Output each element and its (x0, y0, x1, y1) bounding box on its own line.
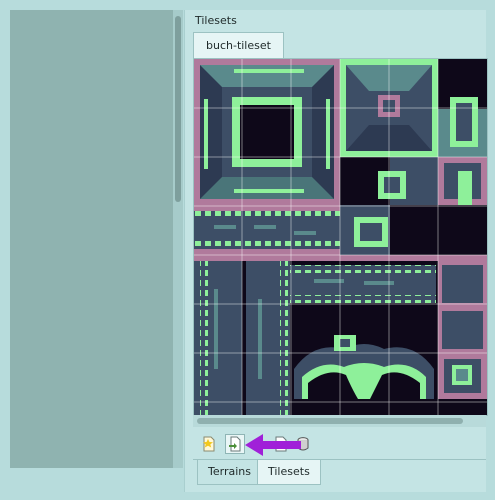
scrollbar-thumb[interactable] (175, 16, 181, 202)
scrollbar-thumb[interactable] (197, 418, 463, 424)
tab-tilesets[interactable]: Tilesets (257, 460, 321, 485)
new-tileset-button[interactable] (199, 434, 219, 454)
import-tileset-button[interactable] (225, 434, 245, 454)
tab-terrains[interactable]: Terrains (197, 460, 262, 485)
left-vertical-scrollbar[interactable] (173, 10, 183, 468)
tileset-image[interactable] (194, 59, 487, 415)
tab-buch-tileset[interactable]: buch-tileset (193, 32, 284, 58)
tileset-viewport[interactable] (193, 58, 488, 416)
left-panel (10, 10, 174, 468)
bottom-tab-strip: Terrains Tilesets (193, 459, 486, 486)
tileset-tab-strip: buch-tileset (193, 32, 486, 59)
panel-title: Tilesets (195, 14, 237, 27)
new-document-star-icon (203, 436, 215, 452)
purple-arrow-icon (245, 434, 301, 456)
horizontal-scrollbar[interactable] (193, 415, 486, 427)
tileset-toolbar (193, 430, 486, 460)
tilesets-panel: Tilesets buch-tileset Terrains Tilesets (184, 10, 488, 492)
import-document-icon (229, 436, 241, 452)
